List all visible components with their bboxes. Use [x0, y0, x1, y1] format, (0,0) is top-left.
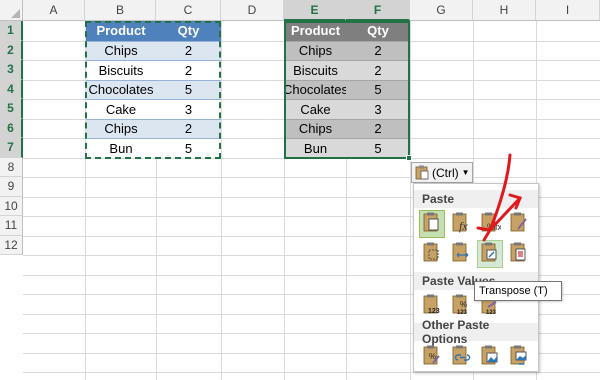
formulas-number-formatting-icon: %fx [479, 211, 503, 238]
values-icon: 123 [421, 293, 443, 320]
row-header-7[interactable]: 7 [0, 138, 23, 158]
row-header-8[interactable]: 8 [0, 157, 23, 177]
table-header-cell[interactable]: Product [86, 21, 156, 41]
keep-source-formatting-icon [508, 211, 530, 238]
table-cell[interactable]: Cake [285, 99, 346, 119]
transpose-button[interactable] [477, 240, 503, 268]
picture-button[interactable] [478, 344, 502, 370]
paste-options-menu: Paste fx %fx Paste Values 123% 123 123 Othe… [413, 183, 539, 372]
column-header-h[interactable]: H [473, 0, 536, 21]
column-header-d[interactable]: D [221, 0, 284, 21]
table-cell[interactable]: Chips [86, 40, 156, 60]
row-header-4[interactable]: 4 [0, 79, 23, 99]
row-header-6[interactable]: 6 [0, 118, 23, 138]
row-header-2[interactable]: 2 [0, 40, 23, 60]
table-cell[interactable]: 2 [156, 118, 221, 138]
keep-source-column-widths-icon [508, 241, 530, 268]
table-cell[interactable]: 5 [156, 138, 221, 158]
table-cell[interactable]: Chocolates [285, 79, 346, 99]
table-cell[interactable]: Chips [285, 118, 346, 138]
table-cell[interactable]: Biscuits [86, 60, 156, 80]
paste-options-label: (Ctrl) [432, 165, 459, 180]
formulas-icon: fx [450, 211, 472, 238]
paste-section-title: Paste [414, 190, 538, 208]
table-cell[interactable]: Cake [86, 99, 156, 119]
paste-button[interactable] [419, 210, 445, 238]
row-header-1[interactable]: 1 [0, 21, 23, 41]
row-header-9[interactable]: 9 [0, 177, 23, 197]
table-cell[interactable]: Chips [285, 40, 346, 60]
table-cell[interactable]: Chips [86, 118, 156, 138]
formatting-icon: % [421, 344, 443, 371]
keep-column-widths-icon [450, 241, 472, 268]
table-cell[interactable]: 2 [346, 118, 410, 138]
gridline [23, 372, 600, 373]
column-header-f[interactable]: F [346, 0, 410, 21]
no-borders-icon [421, 241, 443, 268]
table-cell[interactable]: 3 [346, 99, 410, 119]
table-cell[interactable]: Bun [285, 138, 346, 158]
table-cell[interactable]: Bun [86, 138, 156, 158]
svg-text:123: 123 [457, 310, 468, 316]
svg-text:fx: fx [459, 219, 468, 233]
column-header-a[interactable]: A [23, 0, 85, 21]
table-cell[interactable]: 2 [346, 40, 410, 60]
svg-text:123: 123 [486, 310, 497, 316]
column-header-b[interactable]: B [85, 0, 156, 21]
column-header-c[interactable]: C [156, 0, 221, 21]
row-header-10[interactable]: 10 [0, 196, 23, 216]
gridline [410, 21, 411, 380]
table-cell[interactable]: Biscuits [285, 60, 346, 80]
select-all-corner[interactable] [0, 0, 23, 21]
table-cell[interactable]: 2 [156, 40, 221, 60]
table-header-cell[interactable]: Qty [346, 21, 410, 41]
values-number-formatting-icon: % 123 [450, 293, 472, 320]
gridline [23, 157, 600, 159]
no-borders-button[interactable] [420, 241, 444, 267]
other-paste-options-title: Other Paste Options [414, 318, 538, 346]
row-header-5[interactable]: 5 [0, 99, 23, 119]
gridline [221, 21, 222, 380]
picture-icon [479, 344, 501, 371]
formulas-number-formatting-button[interactable]: %fx [478, 211, 503, 238]
table-cell[interactable]: 3 [156, 99, 221, 119]
table-cell[interactable]: 2 [156, 60, 221, 80]
keep-source-formatting-button[interactable] [507, 211, 531, 237]
table-cell[interactable]: 5 [346, 138, 410, 158]
column-header-i[interactable]: I [536, 0, 600, 21]
table-header-cell[interactable]: Product [285, 21, 346, 41]
fill-handle[interactable] [406, 155, 412, 161]
column-header-g[interactable]: G [410, 0, 473, 21]
table-cell[interactable]: Chocolates [86, 79, 156, 99]
gridline [23, 177, 600, 178]
svg-text:123: 123 [428, 308, 440, 315]
values-button[interactable]: 123 [420, 293, 444, 319]
keep-source-column-widths-button[interactable] [507, 241, 531, 267]
row-header-12[interactable]: 12 [0, 235, 23, 255]
column-header-e[interactable]: E [284, 0, 346, 21]
table-cell[interactable]: 5 [156, 79, 221, 99]
table-cell[interactable]: 2 [346, 60, 410, 80]
linked-picture-button[interactable] [507, 344, 531, 370]
formulas-button[interactable]: fx [449, 211, 473, 237]
formatting-button[interactable]: % [420, 344, 444, 370]
chevron-down-icon: ▼ [461, 168, 470, 177]
paste-link-button[interactable] [449, 344, 473, 370]
svg-text:%fx: %fx [487, 222, 501, 232]
keep-column-widths-button[interactable] [449, 241, 473, 267]
svg-text:%: % [460, 300, 467, 309]
paste-link-icon [450, 344, 472, 371]
values-number-formatting-button[interactable]: % 123 [449, 293, 473, 319]
paste-icon [421, 211, 443, 238]
table-header-cell[interactable]: Qty [156, 21, 221, 41]
linked-picture-icon [508, 344, 530, 371]
transpose-icon [479, 241, 501, 268]
row-header-11[interactable]: 11 [0, 216, 23, 236]
paste-options-button[interactable]: (Ctrl) ▼ [411, 162, 473, 183]
clipboard-icon [415, 165, 429, 180]
row-header-3[interactable]: 3 [0, 60, 23, 80]
table-cell[interactable]: 5 [346, 79, 410, 99]
transpose-tooltip: Transpose (T) [474, 281, 562, 301]
